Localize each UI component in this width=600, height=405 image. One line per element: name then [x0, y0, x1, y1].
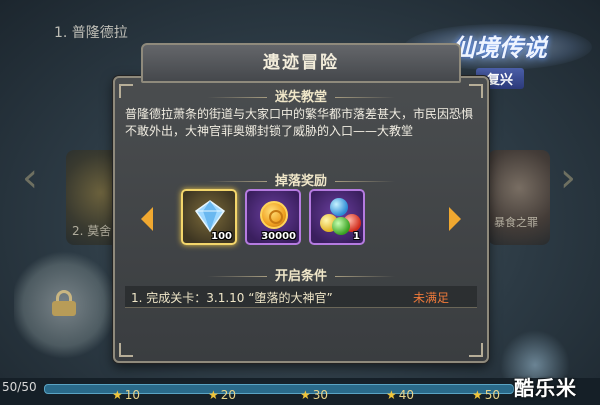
- reward-item[interactable]: 30000: [245, 189, 301, 245]
- corner-ornament: [469, 343, 483, 357]
- reward-count: 100: [211, 231, 232, 242]
- star-icon: ★: [386, 388, 397, 402]
- star-icon: ★: [112, 388, 123, 402]
- reward-item[interactable]: 1: [309, 189, 365, 245]
- reward-item[interactable]: 100: [181, 189, 237, 245]
- stage-section-title: 迷失教堂: [113, 86, 489, 105]
- divider: [335, 97, 395, 98]
- reward-count: 1: [353, 231, 360, 242]
- milestone-50[interactable]: ★ 50: [472, 388, 500, 402]
- stage-description: 普隆德拉萧条的街道与大家口中的繁华都市落差甚大，市民因恐惧不敢外出，大神官菲奥娜…: [125, 107, 474, 138]
- lock-icon: [52, 290, 76, 316]
- orb: [332, 217, 350, 235]
- ruins-adventure-dialog: 遗迹冒险 迷失教堂 普隆德拉萧条的街道与大家口中的繁华都市落差甚大，市民因恐惧不…: [113, 43, 489, 363]
- divider: [206, 97, 267, 98]
- reward-count: 30000: [261, 231, 296, 242]
- next-reward-button[interactable]: [449, 207, 461, 231]
- background-prev-arrow-icon[interactable]: ‹: [22, 155, 38, 201]
- divider: [206, 181, 267, 182]
- dialog-header: 遗迹冒险: [141, 43, 461, 83]
- condition-text: 1. 完成关卡：3.1.10 “堕落的大神官”: [131, 291, 333, 305]
- coin-icon: [260, 201, 288, 229]
- star-icon: ★: [300, 388, 311, 402]
- divider: [335, 181, 395, 182]
- condition-section-title: 开启条件: [113, 265, 489, 284]
- milestone-20[interactable]: ★ 20: [208, 388, 236, 402]
- milestone-10[interactable]: ★ 10: [112, 388, 140, 402]
- condition-row: 1. 完成关卡：3.1.10 “堕落的大神官” 未满足: [125, 286, 477, 308]
- divider: [335, 276, 395, 277]
- background-stage-right[interactable]: [488, 150, 550, 245]
- prev-reward-button[interactable]: [141, 207, 153, 231]
- diamond-icon: [194, 200, 226, 233]
- milestone-40[interactable]: ★ 40: [386, 388, 414, 402]
- divider: [206, 276, 267, 277]
- background-stage-label[interactable]: 1. 普隆德拉: [54, 22, 128, 42]
- corner-ornament: [119, 343, 133, 357]
- background-stage-right-name: 暴食之罪: [494, 216, 538, 229]
- dialog-title: 遗迹冒险: [263, 53, 339, 73]
- background-progress-count: 50/50: [2, 380, 37, 394]
- background-stage-left-name: 2. 莫舍: [72, 224, 112, 238]
- condition-status: 未满足: [413, 291, 450, 305]
- drops-section-title: 掉落奖励: [113, 170, 489, 189]
- star-icon: ★: [472, 388, 483, 402]
- watermark: 酷乐米: [514, 376, 577, 400]
- star-icon: ★: [208, 388, 219, 402]
- reward-list: 100 30000 1: [141, 189, 461, 251]
- orb: [330, 198, 348, 216]
- milestone-30[interactable]: ★ 30: [300, 388, 328, 402]
- background-next-arrow-icon[interactable]: ›: [560, 155, 576, 201]
